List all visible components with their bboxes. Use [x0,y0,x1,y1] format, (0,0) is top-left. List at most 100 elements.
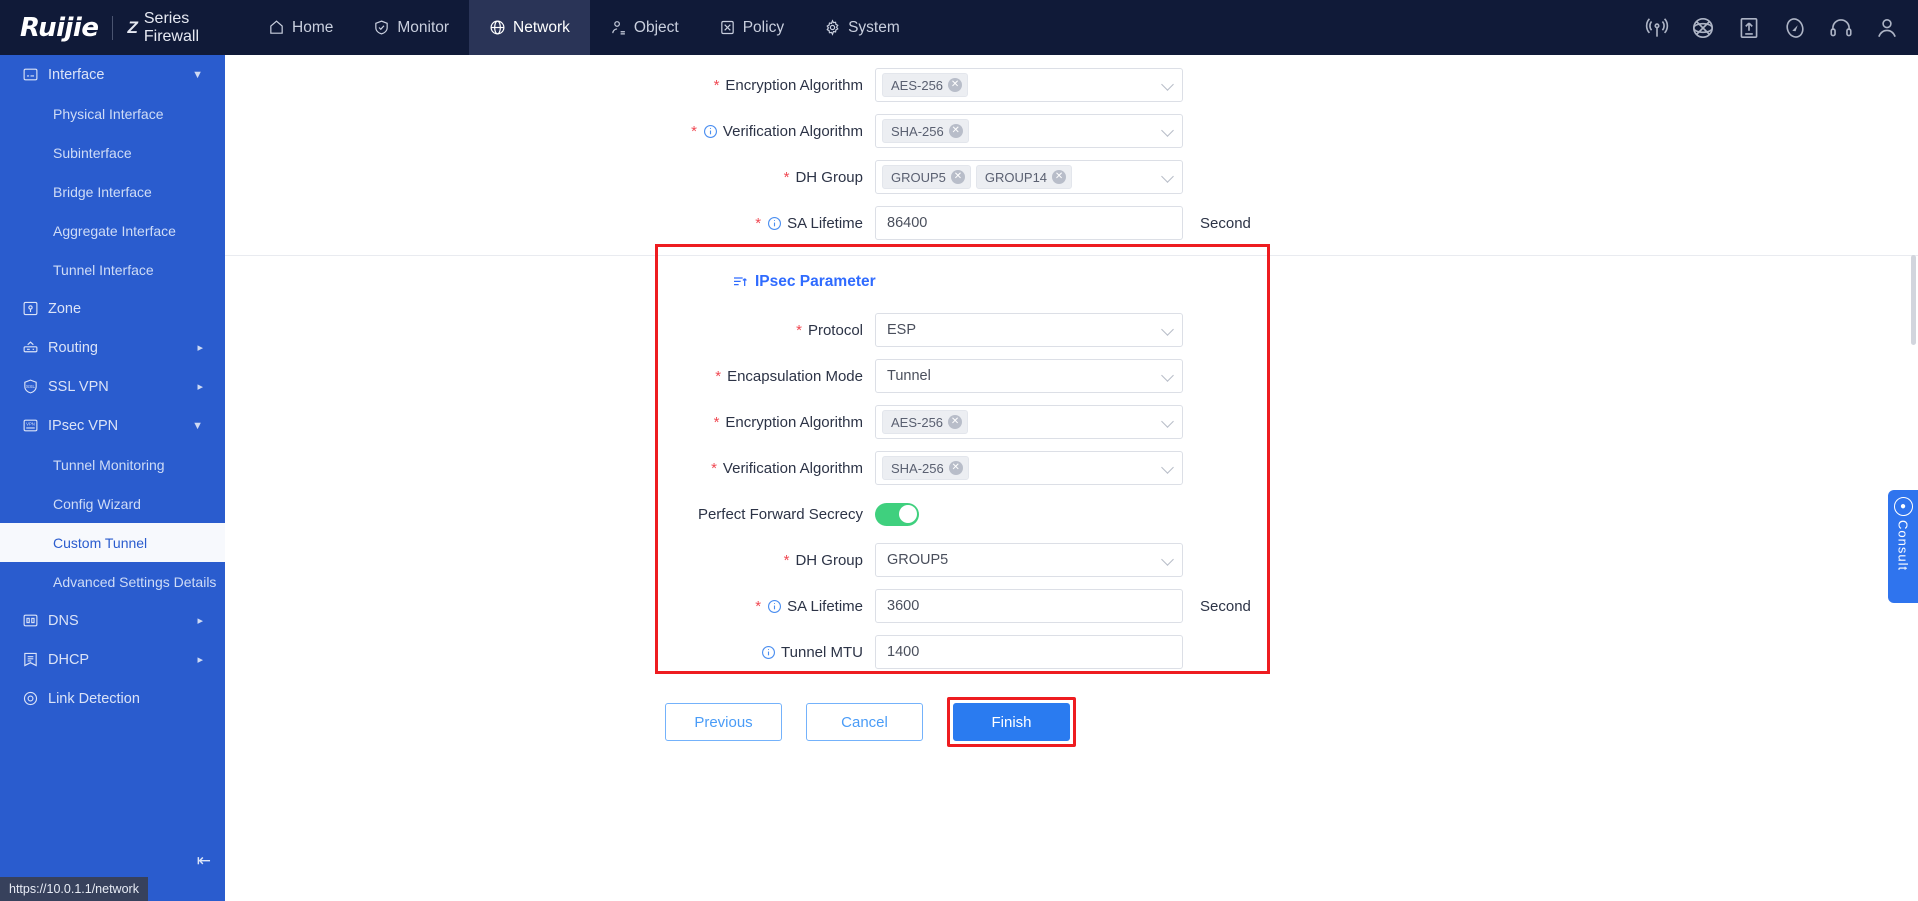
sidebar-item-custom-tunnel[interactable]: Custom Tunnel [0,523,225,562]
tag-remove-icon[interactable]: ✕ [950,170,965,184]
form-row-verification-algorithm-ike: * Verification Algorithm SHA-256 ✕ [225,108,1918,154]
info-icon[interactable] [767,599,782,614]
nav-item-monitor[interactable]: Monitor [353,0,469,55]
tag-remove-icon[interactable]: ✕ [948,415,963,429]
link-detection-icon [23,691,38,706]
sidebar-item-ipsec-vpn[interactable]: VPN IPsec VPN ▼ [0,406,225,445]
info-icon[interactable] [761,645,776,660]
protocol-select[interactable]: ESP [875,313,1183,347]
nav-item-policy[interactable]: Policy [699,0,804,55]
sidebar-item-dhcp[interactable]: DHCP ▸ [0,640,225,679]
finish-button[interactable]: Finish [953,703,1070,741]
required-mark: * [783,551,790,569]
cancel-button[interactable]: Cancel [806,703,923,741]
sidebar-item-ssl-vpn[interactable]: SSL SSL VPN ▸ [0,367,225,406]
field-label: * Encryption Algorithm [225,77,875,94]
sidebar-item-zone[interactable]: Zone [0,289,225,328]
field-label: Tunnel MTU [225,644,875,661]
field-control: 86400 [875,206,1183,240]
sidebar-item-tunnel-interface[interactable]: Tunnel Interface [0,250,225,289]
sidebar-label: DHCP [48,651,90,668]
user-object-icon [612,21,625,35]
main-nav: Home Monitor Network Object Policy Syste… [248,0,920,55]
user-avatar-icon[interactable] [1874,15,1900,41]
sidebar-item-dns[interactable]: DNS ▸ [0,601,225,640]
tunnel-mtu-input[interactable]: 1400 [875,635,1183,669]
perfect-forward-secrecy-toggle[interactable] [875,502,919,526]
globe-grid-icon[interactable] [1690,15,1716,41]
status-bar-url-text: https://10.0.1.1/network [9,882,139,896]
dh-group-select-ike[interactable]: GROUP5 ✕ GROUP14 ✕ [875,160,1183,194]
field-label: * SA Lifetime [225,215,875,232]
sidebar-item-routing[interactable]: Routing ▸ [0,328,225,367]
compass-icon[interactable] [1782,15,1808,41]
tag-remove-icon[interactable]: ✕ [948,461,963,475]
tag-label: GROUP14 [984,169,1048,185]
nav-label: System [848,18,900,36]
tag-remove-icon[interactable]: ✕ [1052,170,1067,184]
sidebar-item-aggregate-interface[interactable]: Aggregate Interface [0,211,225,250]
field-control: SHA-256 ✕ [875,114,1183,148]
sidebar-label: Advanced Settings Details [53,573,217,590]
required-mark: * [755,597,762,615]
dh-group-select-ipsec[interactable]: GROUP5 [875,543,1183,577]
sidebar-label: IPsec VPN [48,417,119,434]
tag-remove-icon[interactable]: ✕ [948,124,963,138]
encapsulation-mode-select[interactable]: Tunnel [875,359,1183,393]
tag-chip: AES-256 ✕ [882,410,969,434]
consult-tab[interactable]: ● Consult [1888,490,1918,603]
nav-item-home[interactable]: Home [248,0,353,55]
ssl-vpn-icon: SSL [24,379,37,394]
tag-chip: GROUP5 ✕ [882,165,971,189]
verification-algorithm-select-ipsec[interactable]: SHA-256 ✕ [875,451,1183,485]
sa-lifetime-input-ike[interactable]: 86400 [875,206,1183,240]
select-value: GROUP5 [887,552,949,568]
required-mark: * [713,76,720,94]
headset-icon[interactable] [1828,15,1854,41]
form-row-verification-algorithm-ipsec: * Verification Algorithm SHA-256 ✕ [225,445,1918,491]
field-label: Perfect Forward Secrecy [225,506,875,523]
verification-algorithm-select-ike[interactable]: SHA-256 ✕ [875,114,1183,148]
content-scrollbar[interactable] [1911,255,1916,345]
previous-button[interactable]: Previous [665,703,782,741]
sa-lifetime-input-ipsec[interactable]: 3600 [875,589,1183,623]
brand-area: Ruijie Z Series Firewall [0,10,248,46]
sidebar-item-interface[interactable]: Interface ▼ [0,55,225,94]
sidebar-label: Bridge Interface [53,183,152,200]
sidebar-item-tunnel-monitoring[interactable]: Tunnel Monitoring [0,445,225,484]
chevron-right-icon: ▸ [197,654,203,666]
form-row-dh-group-ike: * DH Group GROUP5 ✕ GROUP14 ✕ [225,154,1918,200]
zone-icon [23,301,38,316]
field-label-text: Protocol [807,321,863,339]
chevron-down-icon [1161,461,1174,474]
sidebar-label: Subinterface [53,144,132,161]
info-icon[interactable] [767,216,782,231]
encryption-algorithm-select-ike[interactable]: AES-256 ✕ [875,68,1183,102]
globe-icon [490,20,505,35]
tag-remove-icon[interactable]: ✕ [948,78,963,92]
svg-text:VPN: VPN [26,422,35,427]
required-mark: * [713,413,720,431]
sidebar-item-advanced-settings-details[interactable]: Advanced Settings Details [0,562,225,601]
tag-chip: SHA-256 ✕ [882,456,969,480]
field-control: GROUP5 [875,543,1183,577]
sidebar-item-subinterface[interactable]: Subinterface [0,133,225,172]
nav-item-system[interactable]: System [804,0,920,55]
brand-divider [112,15,114,40]
sidebar-item-physical-interface[interactable]: Physical Interface [0,94,225,133]
upload-icon[interactable] [1736,15,1762,41]
nav-item-object[interactable]: Object [590,0,699,55]
signal-broadcast-icon[interactable] [1644,15,1670,41]
nav-label: Network [513,18,570,36]
encryption-algorithm-select-ipsec[interactable]: AES-256 ✕ [875,405,1183,439]
sidebar-item-config-wizard[interactable]: Config Wizard [0,484,225,523]
z-series-mark: Z [127,17,138,37]
sidebar-item-bridge-interface[interactable]: Bridge Interface [0,172,225,211]
info-icon[interactable] [703,124,718,139]
sidebar-label: Config Wizard [53,495,141,512]
sidebar-item-link-detection[interactable]: Link Detection [0,679,225,718]
collapse-sidebar-icon[interactable]: ⇤ [197,851,211,871]
nav-item-network[interactable]: Network [469,0,590,55]
nav-label: Home [292,18,334,36]
finish-button-highlight: Finish [947,697,1076,747]
